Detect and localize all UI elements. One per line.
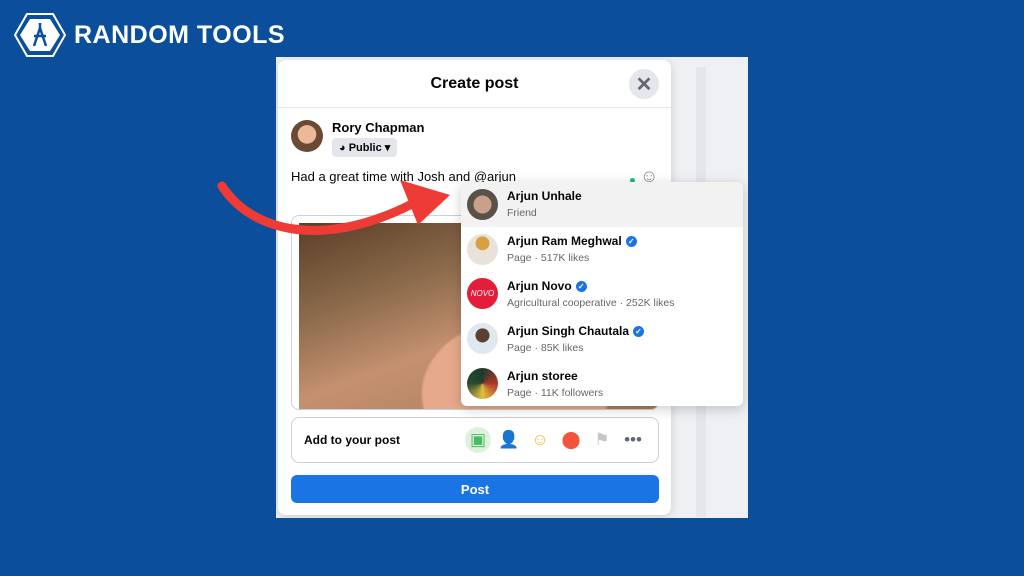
close-icon: ✕ xyxy=(635,73,653,96)
verified-icon: ✓ xyxy=(575,280,587,292)
mention-item[interactable]: NOVO Arjun Novo ✓ Agricultural cooperative … xyxy=(461,272,743,317)
verified-icon: ✓ xyxy=(625,236,637,248)
mention-name: Arjun storee xyxy=(507,368,578,383)
privacy-selector[interactable]: ◕ Public ▾ xyxy=(332,138,398,157)
mention-sub: Page · 11K followers xyxy=(507,386,604,399)
brand-logo: RANDOM TOOLS xyxy=(14,12,285,58)
mention-item[interactable]: Arjun Unhale Friend xyxy=(461,182,743,227)
mention-name: Arjun Singh Chautala xyxy=(507,323,630,338)
feeling-icon[interactable]: ☺ xyxy=(527,427,553,453)
flag-icon[interactable]: ⚑ xyxy=(589,427,615,453)
tag-people-icon[interactable]: 👤 xyxy=(496,427,522,453)
avatar xyxy=(467,368,498,400)
mention-suggestions: Arjun Unhale Friend Arjun Ram Meghwal ✓ Pag… xyxy=(461,182,743,406)
mention-item[interactable]: Arjun storee Page · 11K followers xyxy=(461,361,743,406)
add-to-post-label: Add to your post xyxy=(304,433,400,447)
avatar xyxy=(467,323,498,355)
mention-sub: Agricultural cooperative · 252K likes xyxy=(507,296,675,309)
mention-item[interactable]: Arjun Singh Chautala ✓ Page · 85K likes xyxy=(461,316,743,361)
verified-icon: ✓ xyxy=(633,325,645,337)
avatar xyxy=(291,120,323,152)
mention-sub: Page · 85K likes xyxy=(507,341,584,354)
avatar xyxy=(467,188,498,220)
brand-name: RANDOM TOOLS xyxy=(74,20,286,49)
caret-down-icon: ▾ xyxy=(381,142,391,154)
author-name: Rory Chapman xyxy=(332,120,425,135)
more-icon[interactable]: ••• xyxy=(620,427,646,453)
post-button[interactable]: Post xyxy=(291,475,659,503)
post-author: Rory Chapman ◕ Public ▾ xyxy=(291,120,424,157)
mention-sub: Friend xyxy=(507,207,537,220)
mention-sub: Page · 517K likes xyxy=(507,252,590,265)
close-button[interactable]: ✕ xyxy=(629,69,659,99)
mention-name: Arjun Unhale xyxy=(507,189,582,204)
location-icon[interactable]: ⬤ xyxy=(558,427,584,453)
add-to-post-bar: Add to your post ▣ 👤 ☺ ⬤ ⚑ ••• xyxy=(291,417,659,463)
dialog-title: Create post xyxy=(430,74,519,92)
privacy-label: Public xyxy=(348,142,382,154)
globe-icon: ◕ xyxy=(339,142,349,154)
mention-item[interactable]: Arjun Ram Meghwal ✓ Page · 517K likes xyxy=(461,227,743,272)
avatar: NOVO xyxy=(467,278,498,310)
mention-name: Arjun Novo xyxy=(507,278,572,293)
screenshot-area: Create post ✕ Rory Chapman ◕ Public ▾ Ha… xyxy=(276,57,748,518)
dialog-header: Create post ✕ xyxy=(278,60,671,108)
mention-name: Arjun Ram Meghwal xyxy=(507,234,622,249)
compass-logo-icon xyxy=(14,13,66,57)
avatar xyxy=(467,233,498,265)
photo-video-icon[interactable]: ▣ xyxy=(465,427,491,453)
